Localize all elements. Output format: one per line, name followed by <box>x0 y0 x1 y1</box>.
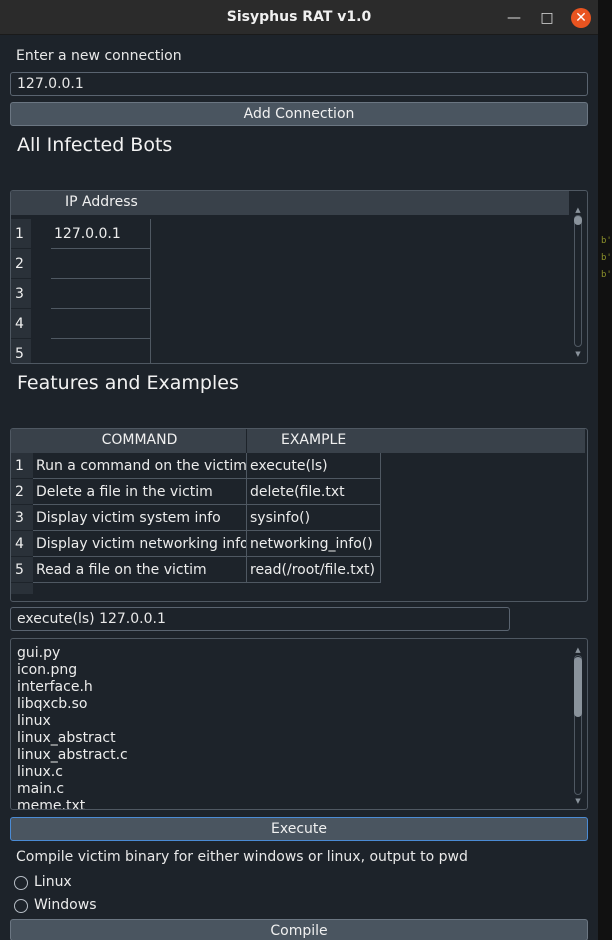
example-cell[interactable]: execute(ls) <box>247 453 381 479</box>
row-number: 1 <box>11 219 31 249</box>
output-line: meme.txt <box>17 798 86 810</box>
ip-cell[interactable] <box>51 249 151 279</box>
example-cell[interactable]: sysinfo() <box>247 505 381 531</box>
connection-label: Enter a new connection <box>16 48 182 64</box>
row-number: 3 <box>11 279 31 309</box>
scroll-thumb[interactable] <box>574 657 582 717</box>
scroll-track[interactable] <box>574 215 582 347</box>
bots-scrollbar[interactable]: ▲ ▼ <box>573 207 583 358</box>
terminal-fragment: b' <box>601 253 612 263</box>
output-scrollbar[interactable]: ▲ ▼ <box>573 647 583 805</box>
example-header[interactable]: EXAMPLE <box>247 429 585 453</box>
bots-table[interactable]: IP Address 1 127.0.0.1 2 3 4 5 ▲ ▼ <box>10 190 588 364</box>
close-icon[interactable]: ✕ <box>571 8 591 28</box>
add-connection-button[interactable]: Add Connection <box>10 102 588 126</box>
features-table[interactable]: COMMAND EXAMPLE 1 Run a command on the v… <box>10 428 588 602</box>
example-cell[interactable]: delete(file.txt <box>247 479 381 505</box>
main-window: Enter a new connection 127.0.0.1 Add Con… <box>0 36 598 940</box>
row-number: 2 <box>11 479 33 505</box>
minimize-icon[interactable]: — <box>504 8 524 28</box>
scroll-down-icon[interactable]: ▼ <box>574 351 582 358</box>
scroll-down-icon[interactable]: ▼ <box>574 798 582 805</box>
scroll-up-icon[interactable]: ▲ <box>574 647 582 654</box>
output-line: main.c <box>17 781 65 797</box>
background-terminal-strip: b' b' b' <box>598 0 612 940</box>
table-corner <box>11 429 33 453</box>
radio-circle-icon[interactable] <box>14 876 28 890</box>
table-corner <box>11 191 51 215</box>
output-line: linux_abstract <box>17 730 116 746</box>
features-heading: Features and Examples <box>17 372 239 394</box>
command-input[interactable]: execute(ls) 127.0.0.1 <box>10 607 510 631</box>
output-line: libqxcb.so <box>17 696 88 712</box>
row-number-empty <box>11 583 33 595</box>
example-cell[interactable]: read(/root/file.txt) <box>247 557 381 583</box>
maximize-icon[interactable]: □ <box>537 8 557 28</box>
compile-label: Compile victim binary for either windows… <box>16 849 468 865</box>
command-cell[interactable]: Display victim system info <box>33 505 247 531</box>
command-header[interactable]: COMMAND <box>33 429 247 453</box>
row-number: 3 <box>11 505 33 531</box>
row-number: 5 <box>11 339 31 363</box>
linux-radio-label[interactable]: Linux <box>34 874 72 890</box>
output-line: linux <box>17 713 51 729</box>
command-output[interactable]: gui.py icon.png interface.h libqxcb.so l… <box>10 638 588 810</box>
compile-button[interactable]: Compile <box>10 919 588 940</box>
execute-button[interactable]: Execute <box>10 817 588 841</box>
ip-cell[interactable] <box>51 309 151 339</box>
terminal-fragment: b' <box>601 270 612 280</box>
scroll-up-icon[interactable]: ▲ <box>574 207 582 214</box>
terminal-fragment: b' <box>601 236 612 246</box>
title-bar: Sisyphus RAT v1.0 — □ ✕ <box>0 0 598 35</box>
row-number: 5 <box>11 557 33 583</box>
ip-address-header[interactable]: IP Address <box>51 191 569 215</box>
output-line: icon.png <box>17 662 78 678</box>
example-cell[interactable]: networking_info() <box>247 531 381 557</box>
row-number: 2 <box>11 249 31 279</box>
row-number: 1 <box>11 453 33 479</box>
scroll-thumb[interactable] <box>574 216 582 225</box>
ip-cell[interactable]: 127.0.0.1 <box>51 219 151 249</box>
ip-cell[interactable] <box>51 279 151 309</box>
output-line: interface.h <box>17 679 93 695</box>
radio-circle-icon[interactable] <box>14 899 28 913</box>
ip-cell[interactable] <box>51 339 151 363</box>
command-cell[interactable]: Read a file on the victim <box>33 557 247 583</box>
command-cell[interactable]: Run a command on the victim <box>33 453 247 479</box>
command-cell[interactable]: Display victim networking info <box>33 531 247 557</box>
bots-heading: All Infected Bots <box>17 134 173 156</box>
connection-input[interactable]: 127.0.0.1 <box>10 72 588 96</box>
row-number: 4 <box>11 309 31 339</box>
windows-radio-label[interactable]: Windows <box>34 897 97 913</box>
output-line: linux.c <box>17 764 63 780</box>
windows-radio[interactable]: Windows <box>14 897 114 915</box>
linux-radio[interactable]: Linux <box>14 874 94 892</box>
command-cell[interactable]: Delete a file in the victim <box>33 479 247 505</box>
output-line: linux_abstract.c <box>17 747 128 763</box>
output-line: gui.py <box>17 645 61 661</box>
row-number: 4 <box>11 531 33 557</box>
